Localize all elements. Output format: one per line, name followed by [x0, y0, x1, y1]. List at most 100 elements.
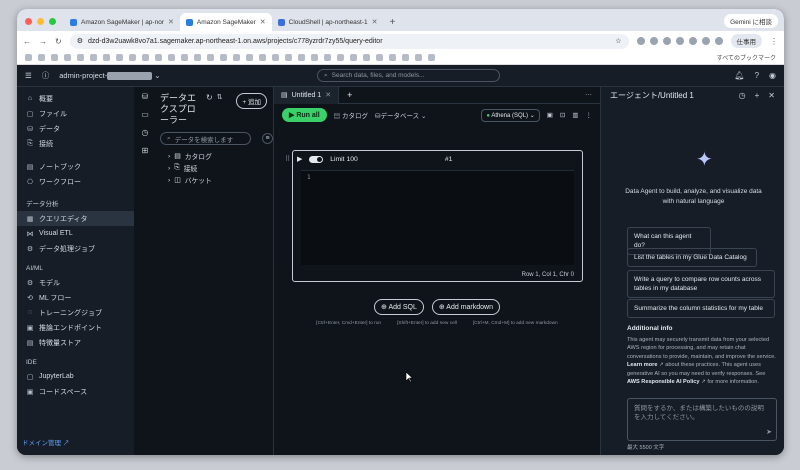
- menu-icon[interactable]: ⋮: [770, 37, 778, 46]
- close-icon[interactable]: ✕: [768, 91, 775, 100]
- tab-sagemaker-1[interactable]: Amazon SageMaker | ap-nor ✕: [64, 13, 180, 31]
- home-icon: ⌂: [27, 95, 33, 102]
- sidebar-item-workflow[interactable]: ⎔ ワークフロー: [17, 174, 134, 189]
- keyboard-hints: [Ctrl+Enter, Cmd+Enter] to run [Shift+En…: [316, 321, 558, 326]
- sidebar-item-codespace[interactable]: ▣ コードスペース: [17, 384, 134, 399]
- url-field[interactable]: ⚙ dzd-d3w2uawk8vo7a1.sagemaker.ap-northe…: [69, 33, 629, 49]
- close-icon[interactable]: ✕: [325, 91, 331, 99]
- sort-icon[interactable]: ⇅: [217, 93, 223, 101]
- cell-status: Row 1, Col 1, Chr 0: [521, 272, 574, 278]
- run-cell-button[interactable]: ▶: [297, 155, 302, 163]
- tree-node-connections[interactable]: › ⎘ 接続: [168, 162, 273, 174]
- drag-handle-icon[interactable]: ⠿: [285, 155, 290, 163]
- domain-management-link[interactable]: ドメイン管理 ↗: [22, 437, 69, 447]
- run-all-button[interactable]: ▶ Run all: [282, 108, 327, 122]
- agent-chat-input[interactable]: 質問をするか、または構築したいものの説明を入力してください。 ➤: [627, 398, 777, 441]
- hamburger-icon[interactable]: ☰: [25, 71, 32, 80]
- agent-intro: Data Agent to build, analyze, and visual…: [625, 188, 762, 205]
- chevron-right-icon: ›: [168, 152, 171, 160]
- agent-panel: エージェント/Untitled 1 ◷ + ✕ ✦ Data Agent to …: [600, 87, 784, 455]
- overflow-icon[interactable]: ⋮: [586, 111, 593, 119]
- notebook-icon: ▤: [26, 163, 34, 171]
- engine-selector[interactable]: ● Athena (SQL) ⌄: [481, 108, 540, 122]
- refresh-icon[interactable]: ↻: [206, 93, 213, 102]
- forward-icon[interactable]: →: [39, 37, 47, 46]
- site-info-icon[interactable]: ⚙: [77, 37, 83, 45]
- more-icon[interactable]: ⋯: [585, 91, 600, 99]
- sidebar-item-processing-jobs[interactable]: ⚙ データ処理ジョブ: [17, 241, 134, 256]
- suggestion-button[interactable]: Write a query to compare row counts acro…: [627, 270, 775, 298]
- sidebar-item-data[interactable]: ⛁ データ: [17, 121, 134, 136]
- gemini-button[interactable]: Gemini に相談: [724, 14, 778, 28]
- sql-cell[interactable]: ⠿ ▶ Limit 100 #1 1 Row 1, Col 1, Chr 0: [285, 150, 583, 282]
- data-explorer-panel: データエクスプローラー ↻ ⇅ + 追加 ⌕ データを検索します ≡ › ▤ カタログ…: [154, 87, 274, 455]
- sidebar-item-inference-endpoints[interactable]: ▣ 推論エンドポイント: [17, 320, 134, 335]
- history-icon[interactable]: ◷: [739, 91, 746, 100]
- explorer-search-input[interactable]: ⌕ データを検索します: [160, 132, 252, 145]
- file-icon: ▢: [26, 110, 34, 118]
- all-bookmarks[interactable]: すべてのブックマーク: [717, 53, 776, 62]
- panel-icon[interactable]: ▥: [572, 111, 578, 119]
- tab-cloudshell[interactable]: CloudShell | ap-northeast-1 ✕: [272, 13, 384, 31]
- sidebar-item-connections[interactable]: ⎘ 接続: [17, 136, 134, 151]
- chevron-down-icon: ⌄: [529, 112, 535, 119]
- extensions[interactable]: [636, 37, 723, 45]
- database-icon[interactable]: ⛁: [142, 92, 149, 101]
- tree-node-buckets[interactable]: › ◫ バケット: [168, 174, 273, 186]
- catalog-icon: ▤: [333, 113, 341, 120]
- catalog-selector[interactable]: ▤ カタログ: [334, 110, 368, 120]
- feature-store-icon: ▤: [26, 339, 34, 347]
- new-tab-button[interactable]: +: [384, 17, 402, 31]
- layout-icon[interactable]: ⊡: [560, 111, 565, 119]
- learn-more-link[interactable]: Learn more: [627, 362, 657, 368]
- sidebar-item-feature-store[interactable]: ▤ 特徴量ストア: [17, 335, 134, 350]
- sidebar-item-models[interactable]: ⚙ モデル: [17, 275, 134, 290]
- new-chat-icon[interactable]: +: [755, 91, 760, 100]
- sidebar-item-query-editor[interactable]: ▦ クエリエディタ: [17, 211, 134, 226]
- workflow-icon: ⎔: [26, 178, 34, 186]
- folder-icon[interactable]: ▭: [141, 110, 149, 119]
- sidebar-item-files[interactable]: ▢ ファイル: [17, 106, 134, 121]
- history-icon[interactable]: ◷: [142, 128, 149, 137]
- add-sql-button[interactable]: ⊕ Add SQL: [374, 299, 424, 315]
- sparkle-icon: ✦: [696, 149, 713, 171]
- save-icon[interactable]: ▣: [547, 111, 553, 119]
- info-icon[interactable]: ⓘ: [42, 70, 50, 81]
- new-editor-tab-button[interactable]: +: [339, 90, 360, 100]
- bookmark-star-icon[interactable]: ☆: [615, 37, 621, 45]
- window-controls[interactable]: [17, 18, 64, 31]
- tab-sagemaker-active[interactable]: Amazon SageMaker ✕: [179, 13, 272, 31]
- explorer-title: データエクスプローラー: [160, 93, 197, 125]
- back-icon[interactable]: ←: [23, 37, 31, 46]
- tree-node-catalog[interactable]: › ▤ カタログ: [168, 150, 273, 162]
- project-selector[interactable]: admin-project- ⌄: [59, 71, 161, 80]
- responsible-ai-policy-link[interactable]: AWS Responsible AI Policy: [627, 379, 700, 385]
- settings-panel-icon[interactable]: ⊞: [142, 146, 149, 155]
- limit-toggle[interactable]: [309, 155, 324, 163]
- app-header: ☰ ⓘ admin-project- ⌄ ⌕ Search data, files…: [17, 65, 784, 87]
- global-search-input[interactable]: ⌕ Search data, files, and models...: [317, 69, 500, 82]
- sidebar-item-mlflow[interactable]: ⟲ ML フロー: [17, 290, 134, 305]
- sidebar-item-overview[interactable]: ⌂ 概要: [17, 91, 134, 106]
- send-icon[interactable]: ➤: [766, 428, 772, 437]
- help-icon[interactable]: ?: [755, 71, 759, 80]
- profile-button[interactable]: 仕事用: [730, 34, 762, 48]
- editor-tab-untitled-1[interactable]: ▤ Untitled 1 ✕: [274, 86, 340, 104]
- add-markdown-button[interactable]: ⊕ Add markdown: [431, 299, 500, 315]
- database-selector[interactable]: ⛁データベース ⌄: [375, 110, 426, 120]
- sql-code-editor[interactable]: 1: [301, 170, 574, 265]
- suggestion-button[interactable]: List the tables in my Glue Data Catalog: [627, 248, 757, 267]
- browser-window: Amazon SageMaker | ap-nor ✕ Amazon SageMa…: [17, 9, 784, 455]
- sidebar-item-training-jobs[interactable]: ◌ トレーニングジョブ: [17, 305, 134, 320]
- reload-icon[interactable]: ↻: [55, 37, 62, 46]
- notification-icon[interactable]: 🔔︎: [734, 71, 744, 80]
- filter-icon[interactable]: ≡: [262, 133, 273, 144]
- sidebar-item-notebook[interactable]: ▤ ノートブック: [17, 159, 134, 174]
- add-button[interactable]: + 追加: [236, 93, 267, 109]
- catalog-icon: ▤: [174, 153, 181, 160]
- user-icon[interactable]: ◉: [769, 71, 776, 80]
- sidebar-item-jupyterlab[interactable]: ▢ JupyterLab: [17, 369, 134, 384]
- suggestion-button[interactable]: Summarize the column statistics for my t…: [627, 299, 775, 318]
- sidebar-item-visual-etl[interactable]: ⋈ Visual ETL: [17, 226, 134, 241]
- chevron-right-icon: ›: [168, 164, 171, 172]
